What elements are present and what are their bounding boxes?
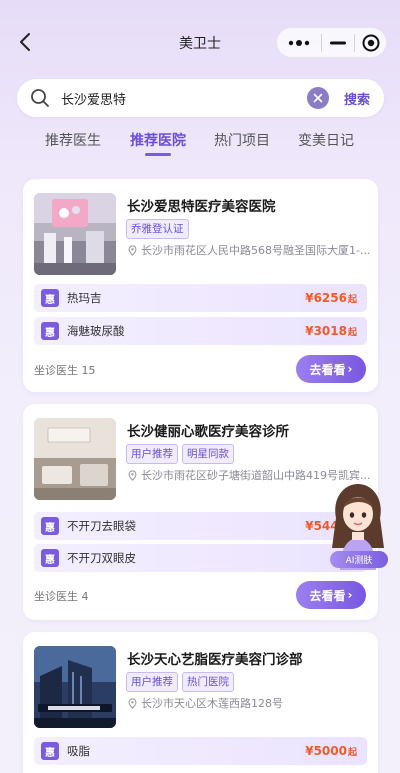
hospital-photo — [34, 418, 116, 500]
search-button[interactable]: 搜索 — [344, 89, 370, 108]
discount-badge: 惠 — [41, 517, 59, 535]
tab-hot-projects[interactable]: 热门项目 — [214, 130, 270, 150]
more-options-icon[interactable] — [277, 28, 321, 57]
project-item[interactable]: 惠 吸脂 ¥5000起 — [34, 737, 367, 765]
category-tabs: 推荐医生 推荐医院 热门项目 变美日记 — [0, 126, 400, 160]
hospital-photo — [34, 193, 116, 275]
tab-beauty-diary[interactable]: 变美日记 — [298, 130, 354, 150]
discount-badge: 惠 — [41, 289, 59, 307]
hospital-tag: 用户推荐 — [126, 444, 178, 464]
project-price: ¥5000起 — [305, 744, 357, 758]
project-item[interactable]: 惠 不开刀双眼皮 ¥5 — [34, 544, 367, 572]
project-price: ¥3018起 — [305, 324, 357, 338]
active-tab-indicator — [145, 153, 171, 156]
discount-badge: 惠 — [41, 742, 59, 760]
view-hospital-button[interactable]: 去看看 › — [296, 581, 366, 609]
search-bar[interactable]: 长沙爱思特 搜索 — [17, 79, 384, 117]
hospital-address: 长沙市天心区木莲西路128号 — [127, 695, 371, 711]
minimize-icon[interactable] — [322, 28, 354, 57]
clear-search-icon[interactable] — [306, 87, 329, 109]
top-bar: 美卫士 — [0, 0, 400, 84]
hospital-address: 长沙市雨花区人民中路568号融圣国际大厦1-... — [127, 242, 371, 258]
doctor-count: 坐诊医生 4 — [34, 590, 89, 603]
hospital-tag: 用户推荐 — [126, 672, 178, 692]
hospital-card[interactable]: 长沙天心艺脂医疗美容门诊部 用户推荐 热门医院 长沙市天心区木莲西路128号 惠… — [23, 632, 378, 773]
hospital-tags: 用户推荐 热门医院 — [126, 672, 234, 692]
project-name: 海魅玻尿酸 — [67, 324, 125, 338]
project-item[interactable]: 惠 不开刀去眼袋 ¥5440起 — [34, 512, 367, 540]
location-pin-icon — [128, 244, 137, 256]
location-pin-icon — [128, 697, 137, 709]
hospital-name: 长沙爱思特医疗美容医院 — [127, 199, 276, 215]
address-text: 长沙市雨花区人民中路568号融圣国际大厦1-... — [141, 244, 371, 257]
hospital-name: 长沙天心艺脂医疗美容门诊部 — [127, 652, 303, 668]
view-hospital-button[interactable]: 去看看 › — [296, 355, 366, 383]
search-input[interactable]: 长沙爱思特 — [61, 89, 307, 108]
discount-badge: 惠 — [41, 322, 59, 340]
doctor-count: 坐诊医生 15 — [34, 364, 96, 377]
project-item[interactable]: 惠 热玛吉 ¥6256起 — [34, 284, 367, 312]
tab-recommended-hospitals[interactable]: 推荐医院 — [130, 130, 186, 150]
hospital-card[interactable]: 长沙健丽心歌医疗美容诊所 用户推荐 明星同款 长沙市雨花区砂子塘街道韶山中路41… — [23, 404, 378, 620]
hospital-tag: 热门医院 — [182, 672, 234, 692]
hospital-tag: 乔雅登认证 — [126, 219, 189, 239]
mini-program-capsule — [276, 27, 387, 58]
ai-assistant-label[interactable]: AI测肤 — [330, 551, 388, 568]
discount-badge: 惠 — [41, 549, 59, 567]
close-target-icon[interactable] — [355, 28, 386, 57]
hospital-card[interactable]: 长沙爱思特医疗美容医院 乔雅登认证 长沙市雨花区人民中路568号融圣国际大厦1-… — [23, 179, 378, 392]
location-pin-icon — [128, 469, 137, 481]
hospital-name: 长沙健丽心歌医疗美容诊所 — [127, 424, 289, 440]
hospital-tags: 乔雅登认证 — [126, 219, 189, 239]
project-name: 不开刀去眼袋 — [67, 519, 136, 533]
search-icon — [29, 87, 51, 109]
project-price: ¥6256起 — [305, 291, 357, 305]
hospital-tag: 明星同款 — [182, 444, 234, 464]
address-text: 长沙市天心区木莲西路128号 — [141, 697, 283, 710]
project-item[interactable]: 惠 海魅玻尿酸 ¥3018起 — [34, 317, 367, 345]
project-name: 吸脂 — [67, 744, 90, 758]
tab-recommended-doctors[interactable]: 推荐医生 — [45, 130, 101, 150]
project-name: 热玛吉 — [67, 291, 102, 305]
hospital-tags: 用户推荐 明星同款 — [126, 444, 234, 464]
hospital-photo — [34, 646, 116, 728]
project-name: 不开刀双眼皮 — [67, 551, 136, 565]
